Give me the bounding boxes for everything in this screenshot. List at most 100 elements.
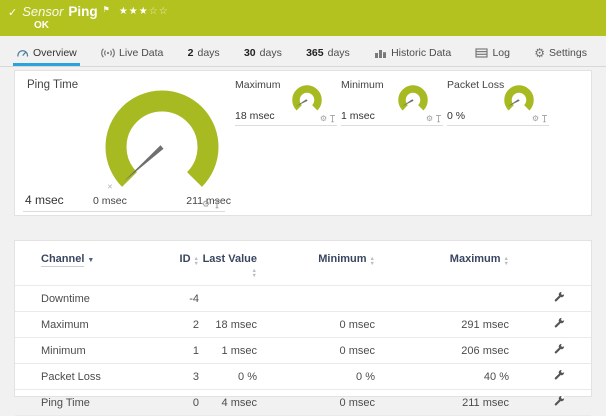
channel-minimum: 0 msec — [257, 338, 375, 364]
channel-name: Downtime — [15, 286, 161, 312]
tab-historic-data[interactable]: Historic Data — [371, 42, 454, 66]
channel-last-value: 0 % — [199, 364, 257, 390]
sensor-name: Ping — [68, 4, 97, 19]
channel-minimum: 0 msec — [257, 390, 375, 416]
channel-name: Maximum — [15, 312, 161, 338]
divider — [447, 125, 549, 126]
packet-loss-gauge — [499, 83, 539, 117]
tab-settings[interactable]: ⚙ Settings — [531, 42, 590, 66]
tab-label: days — [198, 47, 220, 59]
gauge-settings-gear-icon[interactable]: ⚙ — [202, 200, 210, 209]
channel-minimum — [257, 286, 375, 312]
channels-panel: Channel▼ ID▲▼ Last Value▲▼ Minimum▲▼ Max… — [14, 240, 592, 397]
channel-last-value: 18 msec — [199, 312, 257, 338]
channel-maximum: 291 msec — [375, 312, 509, 338]
small-gauge-packet-loss: Packet Loss 0 % ⚙ — [445, 79, 549, 131]
scale-min-label: 0 msec — [93, 195, 127, 207]
gauges-panel: Ping Time ✕ 0 msec 211 msec 4 msec ⚙ Max… — [14, 70, 592, 216]
tab-label: Settings — [549, 47, 587, 59]
live-data-icon — [101, 47, 115, 59]
channel-id: 2 — [161, 312, 199, 338]
sort-icon: ▲▼ — [504, 257, 509, 266]
status-badge: OK — [34, 20, 598, 31]
pin-icon[interactable] — [329, 114, 336, 123]
tab-bar: Overview Live Data 2 days 30 days 365 da… — [0, 42, 606, 67]
small-gauge-minimum: Minimum 1 msec ⚙ — [339, 79, 443, 131]
table-row[interactable]: Ping Time 0 4 msec 0 msec 211 msec — [15, 390, 591, 416]
tab-number: 2 — [188, 47, 194, 59]
channel-last-value: 1 msec — [199, 338, 257, 364]
tab-number: 30 — [244, 47, 256, 59]
main-gauge-value: 4 msec — [25, 193, 64, 207]
pin-icon[interactable] — [213, 199, 221, 209]
tab-overview[interactable]: Overview — [13, 42, 80, 66]
table-row[interactable]: Maximum 2 18 msec 0 msec 291 msec — [15, 312, 591, 338]
channel-maximum: 211 msec — [375, 390, 509, 416]
pin-icon[interactable] — [541, 114, 548, 123]
flag-icon[interactable]: ⚑ — [103, 5, 110, 14]
tab-label: Historic Data — [391, 47, 451, 59]
tab-2-days[interactable]: 2 days — [185, 42, 223, 66]
column-header-last-value[interactable]: Last Value▲▼ — [199, 241, 257, 286]
channel-minimum: 0 msec — [257, 312, 375, 338]
tab-number: 365 — [306, 47, 324, 59]
pin-icon[interactable] — [435, 114, 442, 123]
table-row[interactable]: Packet Loss 3 0 % 0 % 40 % — [15, 364, 591, 390]
channel-name: Packet Loss — [15, 364, 161, 390]
tab-365-days[interactable]: 365 days — [303, 42, 353, 66]
channel-name: Ping Time — [15, 390, 161, 416]
divider — [235, 125, 337, 126]
main-gauge-section: Ping Time ✕ 0 msec 211 msec 4 msec ⚙ — [15, 71, 231, 217]
channel-id: -4 — [161, 286, 199, 312]
maximum-gauge — [287, 83, 327, 117]
column-header-minimum[interactable]: Minimum▲▼ — [257, 241, 375, 286]
channel-minimum: 0 % — [257, 364, 375, 390]
small-gauge-title: Packet Loss — [447, 79, 504, 91]
stars-empty: ☆☆ — [149, 6, 169, 17]
gauge-icon — [16, 47, 29, 59]
limit-marker-icon: ✕ — [107, 183, 113, 191]
tab-log[interactable]: Log — [472, 42, 513, 66]
column-header-maximum[interactable]: Maximum▲▼ — [375, 241, 509, 286]
channel-id: 3 — [161, 364, 199, 390]
gear-icon: ⚙ — [534, 47, 545, 59]
tab-label: days — [260, 47, 282, 59]
minimum-gauge — [393, 83, 433, 117]
log-table-icon — [475, 47, 488, 59]
gauge-settings-gear-icon[interactable]: ⚙ — [320, 115, 327, 123]
small-gauges: Maximum 18 msec ⚙ Minimum 1 msec ⚙ — [233, 79, 549, 131]
tab-label: days — [328, 47, 350, 59]
small-gauge-value: 0 % — [447, 110, 465, 122]
gauge-settings-gear-icon[interactable]: ⚙ — [426, 115, 433, 123]
sort-icon: ▲▼ — [370, 257, 375, 266]
tab-label: Live Data — [119, 47, 163, 59]
small-gauge-title: Minimum — [341, 79, 384, 91]
divider — [341, 125, 443, 126]
tab-30-days[interactable]: 30 days — [241, 42, 285, 66]
channel-settings-wrench-icon[interactable] — [553, 395, 565, 410]
sort-icon: ▲▼ — [194, 257, 199, 266]
table-row[interactable]: Minimum 1 1 msec 0 msec 206 msec — [15, 338, 591, 364]
column-header-id[interactable]: ID▲▼ — [161, 241, 199, 286]
channel-settings-wrench-icon[interactable] — [553, 317, 565, 332]
stars-filled: ★★★ — [119, 6, 149, 17]
main-gauge-title: Ping Time — [27, 79, 78, 91]
channel-settings-wrench-icon[interactable] — [553, 343, 565, 358]
channel-maximum: 40 % — [375, 364, 509, 390]
channel-table: Channel▼ ID▲▼ Last Value▲▼ Minimum▲▼ Max… — [15, 241, 591, 416]
column-header-channel[interactable]: Channel▼ — [15, 241, 161, 286]
status-check-icon: ✓ — [8, 6, 17, 19]
small-gauge-value: 1 msec — [341, 110, 375, 122]
channel-settings-wrench-icon[interactable] — [553, 291, 565, 306]
priority-stars[interactable]: ★★★☆☆ — [119, 6, 169, 17]
small-gauge-maximum: Maximum 18 msec ⚙ — [233, 79, 337, 131]
bar-chart-icon — [374, 47, 387, 59]
table-row[interactable]: Downtime -4 — [15, 286, 591, 312]
sensor-kind-label: Sensor — [22, 4, 63, 19]
tab-live-data[interactable]: Live Data — [98, 42, 166, 66]
column-header-tools — [509, 241, 591, 286]
channel-settings-wrench-icon[interactable] — [553, 369, 565, 384]
tab-label: Overview — [33, 47, 77, 59]
divider — [23, 211, 225, 212]
gauge-settings-gear-icon[interactable]: ⚙ — [532, 115, 539, 123]
